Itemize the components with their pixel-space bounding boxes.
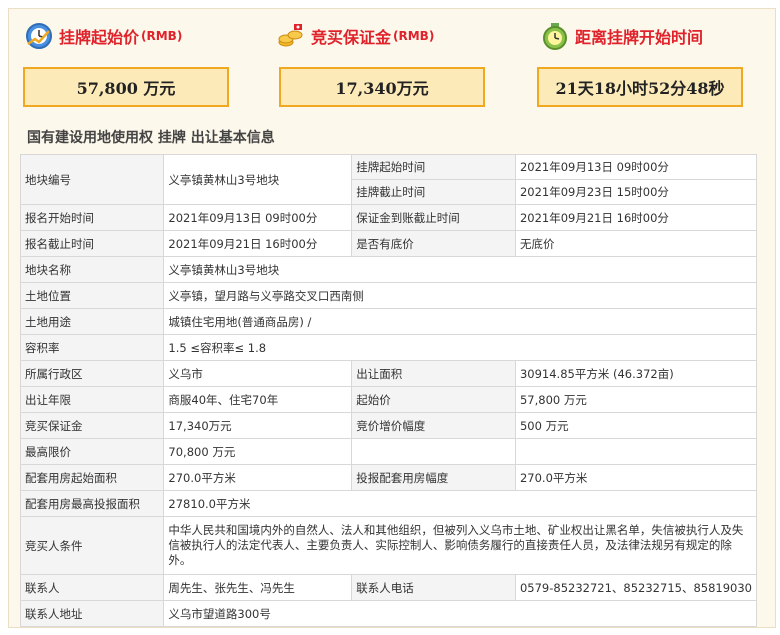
contact-label: 联系人 (19, 574, 165, 601)
reserve-value: 无底价 (514, 230, 758, 257)
bidder-cond-label: 竞买人条件 (19, 516, 165, 575)
deposit-label: 竞买保证金 (311, 28, 392, 47)
start-price-row-label: 起始价 (351, 386, 516, 413)
lot-name-label: 地块名称 (19, 256, 165, 283)
section-title: 国有建设用地使用权 挂牌 出让基本信息 (27, 130, 275, 146)
start-price-value: 57,800 万元 (23, 67, 229, 107)
summary-bar: 挂牌起始价 (RMB) 57,800 万元 竞买保证金 (RMB) 17,340… (9, 19, 777, 119)
reg-start-label: 报名开始时间 (19, 204, 165, 231)
empty-cell (514, 438, 758, 465)
far-label: 容积率 (19, 334, 165, 361)
listing-end-value: 2021年09月23日 15时00分 (514, 179, 758, 205)
table-row: 联系人地址 义乌市望道路300号 (19, 600, 757, 627)
table-row: 报名截止时间 2021年09月21日 16时00分 是否有底价 无底价 (19, 230, 758, 257)
use-value: 城镇住宅用地(普通商品房) / (163, 308, 757, 335)
listing-end-label: 挂牌截止时间 (351, 179, 516, 205)
timer-icon (541, 22, 569, 50)
table-row: 地块编号 义亭镇黄林山3号地块 挂牌起始时间 2021年09月13日 09时00… (19, 154, 758, 205)
countdown-value: 21天18小时52分48秒 (537, 67, 743, 107)
housing-increment-label: 投报配套用房幅度 (351, 464, 516, 491)
table-row: 土地用途 城镇住宅用地(普通商品房) / (19, 308, 757, 335)
listing-start-label: 挂牌起始时间 (351, 154, 516, 180)
table-row: 最高限价 70,800 万元 (19, 438, 758, 465)
land-info-table: 地块编号 义亭镇黄林山3号地块 挂牌起始时间 2021年09月13日 09时00… (19, 154, 758, 627)
deposit-row-label: 竞买保证金 (19, 412, 165, 439)
deposit-value: 17,340万元 (279, 67, 485, 107)
land-listing-panel: 挂牌起始价 (RMB) 57,800 万元 竞买保证金 (RMB) 17,340… (8, 8, 776, 628)
reserve-label: 是否有底价 (351, 230, 516, 257)
table-row: 所属行政区 义乌市 出让面积 30914.85平方米 (46.372亩) (19, 360, 758, 387)
location-label: 土地位置 (19, 282, 165, 309)
table-row: 配套用房最高投报面积 27810.0平方米 (19, 490, 757, 517)
table-row: 地块名称 义亭镇黄林山3号地块 (19, 256, 757, 283)
empty-cell (351, 438, 516, 465)
contact-value: 周先生、张先生、冯先生 (163, 574, 353, 601)
reg-start-value: 2021年09月13日 09时00分 (163, 204, 353, 231)
table-row: 配套用房起始面积 270.0平方米 投报配套用房幅度 270.0平方米 (19, 464, 758, 491)
increment-value: 500 万元 (514, 412, 758, 439)
housing-increment-value: 270.0平方米 (514, 464, 758, 491)
max-price-value: 70,800 万元 (163, 438, 353, 465)
lot-no-value: 义亭镇黄林山3号地块 (163, 154, 353, 205)
term-value: 商服40年、住宅70年 (163, 386, 353, 413)
table-row: 竞买人条件 中华人民共和国境内外的自然人、法人和其他组织，但被列入义乌市土地、矿… (19, 516, 757, 575)
reg-end-value: 2021年09月21日 16时00分 (163, 230, 353, 257)
deposit-deadline-value: 2021年09月21日 16时00分 (514, 204, 758, 231)
district-label: 所属行政区 (19, 360, 165, 387)
lot-no-label: 地块编号 (19, 154, 165, 205)
housing-max-label: 配套用房最高投报面积 (19, 490, 165, 517)
phone-label: 联系人电话 (351, 574, 516, 601)
max-price-label: 最高限价 (19, 438, 165, 465)
listing-start-value: 2021年09月13日 09时00分 (514, 154, 758, 180)
deposit-row-value: 17,340万元 (163, 412, 353, 439)
term-label: 出让年限 (19, 386, 165, 413)
table-row: 竞买保证金 17,340万元 竞价增价幅度 500 万元 (19, 412, 758, 439)
reg-end-label: 报名截止时间 (19, 230, 165, 257)
address-label: 联系人地址 (19, 600, 165, 627)
table-row: 容积率 1.5 ≤容积率≤ 1.8 (19, 334, 757, 361)
countdown-label: 距离挂牌开始时间 (575, 28, 704, 47)
housing-max-value: 27810.0平方米 (163, 490, 757, 517)
housing-start-label: 配套用房起始面积 (19, 464, 165, 491)
table-row: 联系人 周先生、张先生、冯先生 联系人电话 0579-85232721、8523… (19, 574, 758, 601)
table-row: 出让年限 商服40年、住宅70年 起始价 57,800 万元 (19, 386, 758, 413)
coins-icon (277, 22, 305, 50)
housing-start-value: 270.0平方米 (163, 464, 353, 491)
use-label: 土地用途 (19, 308, 165, 335)
lot-name-value: 义亭镇黄林山3号地块 (163, 256, 757, 283)
deposit-unit: (RMB) (393, 29, 435, 43)
start-price-label: 挂牌起始价 (59, 28, 140, 47)
table-row: 报名开始时间 2021年09月13日 09时00分 保证金到账截止时间 2021… (19, 204, 758, 231)
start-price-row-value: 57,800 万元 (514, 386, 758, 413)
clock-icon (25, 22, 53, 50)
area-value: 30914.85平方米 (46.372亩) (514, 360, 758, 387)
increment-label: 竞价增价幅度 (351, 412, 516, 439)
district-value: 义乌市 (163, 360, 353, 387)
area-label: 出让面积 (351, 360, 516, 387)
table-row: 土地位置 义亭镇，望月路与义亭路交叉口西南侧 (19, 282, 757, 309)
start-price-unit: (RMB) (141, 29, 183, 43)
location-value: 义亭镇，望月路与义亭路交叉口西南侧 (163, 282, 757, 309)
bidder-cond-value: 中华人民共和国境内外的自然人、法人和其他组织，但被列入义乌市土地、矿业权出让黑名… (163, 516, 757, 575)
phone-value: 0579-85232721、85232715、85819030 (514, 574, 758, 601)
address-value: 义乌市望道路300号 (163, 600, 757, 627)
deposit-deadline-label: 保证金到账截止时间 (351, 204, 516, 231)
far-value: 1.5 ≤容积率≤ 1.8 (163, 334, 757, 361)
